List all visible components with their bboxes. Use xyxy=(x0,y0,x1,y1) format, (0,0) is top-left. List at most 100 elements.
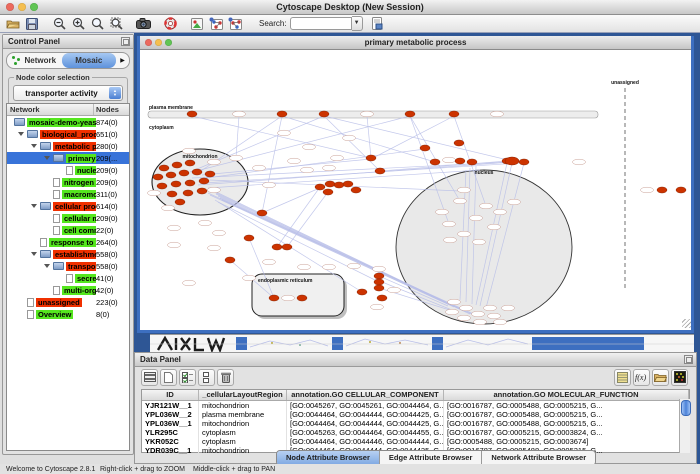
tree-item-multi-organism-pro[interactable]: multi-organism pro42(0) xyxy=(7,284,129,296)
node-label[interactable] xyxy=(298,264,311,270)
tab-edge-attribute-browser[interactable]: Edge Attribute Browser xyxy=(380,451,482,465)
tree-item-secretion[interactable]: secretion41(0) xyxy=(7,272,129,284)
tree-item-biological-process[interactable]: biological_process651(0) xyxy=(7,128,129,140)
search-dropdown-arrow[interactable]: ▼ xyxy=(352,16,363,31)
close-button[interactable] xyxy=(6,3,14,11)
attribute-table[interactable]: ID_cellularLayoutRegionannotation.GO CEL… xyxy=(141,389,690,453)
view-window-titlebar[interactable]: primary metabolic process xyxy=(140,36,691,50)
node[interactable] xyxy=(166,172,176,178)
node-label[interactable] xyxy=(458,187,471,193)
node-label[interactable] xyxy=(183,280,196,286)
scrollbar-thumb[interactable] xyxy=(681,400,691,416)
node-label[interactable] xyxy=(491,111,504,117)
node-label[interactable] xyxy=(458,315,471,321)
node[interactable] xyxy=(244,235,254,241)
node-label[interactable] xyxy=(443,221,456,227)
help-icon[interactable] xyxy=(161,16,179,32)
node-label[interactable] xyxy=(494,319,507,325)
node[interactable] xyxy=(374,285,384,291)
node-label[interactable] xyxy=(148,190,161,196)
node-label[interactable] xyxy=(446,309,459,315)
node-label[interactable] xyxy=(488,313,501,319)
node-label[interactable] xyxy=(213,230,226,236)
node-label[interactable] xyxy=(263,259,276,265)
formula-icon[interactable]: f(x) xyxy=(633,369,650,386)
node[interactable] xyxy=(172,162,182,168)
node[interactable] xyxy=(343,181,353,187)
minimize-button[interactable] xyxy=(18,3,26,11)
float-panel-icon[interactable] xyxy=(684,355,693,364)
node[interactable] xyxy=(205,171,215,177)
node-label[interactable] xyxy=(253,165,266,171)
node[interactable] xyxy=(334,182,344,188)
expand-arrow-icon[interactable] xyxy=(44,264,50,268)
node[interactable] xyxy=(171,181,181,187)
resize-grip[interactable] xyxy=(682,319,691,328)
node[interactable] xyxy=(153,174,163,180)
node-label[interactable] xyxy=(323,264,336,270)
tree-item-transport[interactable]: transport558(0) xyxy=(7,260,129,272)
select-attributes-icon[interactable] xyxy=(179,369,196,386)
node-label[interactable] xyxy=(480,203,493,209)
node[interactable] xyxy=(272,244,282,250)
select-mode-icon[interactable] xyxy=(207,16,225,32)
import-attributes-icon[interactable] xyxy=(652,369,669,386)
node[interactable] xyxy=(187,111,197,117)
node[interactable] xyxy=(420,145,430,151)
tree-item-cellular-process[interactable]: cellular process614(0) xyxy=(7,200,129,212)
view-minimize-button[interactable] xyxy=(155,39,162,46)
node[interactable] xyxy=(277,111,287,117)
node[interactable] xyxy=(225,257,235,263)
tree-item-overview[interactable]: Overview8(0) xyxy=(7,308,129,320)
node-label[interactable] xyxy=(470,215,483,221)
node[interactable] xyxy=(676,187,686,193)
node[interactable] xyxy=(374,279,384,285)
node[interactable] xyxy=(366,155,376,161)
zoom-out-icon[interactable] xyxy=(50,16,68,32)
search-input[interactable] xyxy=(290,17,352,30)
node[interactable] xyxy=(319,111,329,117)
delete-attribute-icon[interactable] xyxy=(217,369,234,386)
node-label[interactable] xyxy=(162,205,175,211)
node-label[interactable] xyxy=(168,225,181,231)
node[interactable] xyxy=(179,170,189,176)
attribute-batch-icon[interactable] xyxy=(614,369,631,386)
node-label[interactable] xyxy=(208,187,221,193)
open-icon[interactable] xyxy=(4,16,22,32)
matrix-icon[interactable] xyxy=(671,369,688,386)
node[interactable] xyxy=(185,160,195,166)
node-label[interactable] xyxy=(263,182,276,188)
node-label[interactable] xyxy=(301,167,314,173)
tree-item-primary-metabo[interactable]: primary metabo209(... xyxy=(7,152,129,164)
node-label[interactable] xyxy=(168,242,181,248)
tab-network-attribute-browser[interactable]: Network Attribute Browser xyxy=(482,451,595,465)
node-label[interactable] xyxy=(199,220,212,226)
node[interactable] xyxy=(157,183,167,189)
node-label[interactable] xyxy=(303,144,316,150)
zoom-in-icon[interactable] xyxy=(69,16,87,32)
node-label[interactable] xyxy=(573,159,586,165)
view-close-button[interactable] xyxy=(145,39,152,46)
tree-item-mosaic-demo-yeast[interactable]: mosaic-demo-yeast874(0) xyxy=(7,116,129,128)
select-mode-alt-icon[interactable] xyxy=(226,16,244,32)
node-label[interactable] xyxy=(343,135,356,141)
node-label[interactable] xyxy=(448,299,461,305)
node[interactable] xyxy=(657,187,667,193)
node[interactable] xyxy=(449,111,459,117)
node-label[interactable] xyxy=(454,198,467,204)
zoom-fit-icon[interactable] xyxy=(88,16,106,32)
network-canvas[interactable]: plasma membranecytoplasmmitochondrionnuc… xyxy=(140,50,691,328)
node-label[interactable] xyxy=(473,239,486,245)
annotation-icon[interactable] xyxy=(188,16,206,32)
node-label[interactable] xyxy=(233,111,246,117)
node[interactable] xyxy=(430,159,440,165)
tree-item-metabolic-process[interactable]: metabolic process280(0) xyxy=(7,140,129,152)
tree-item-nitrogen-compo[interactable]: nitrogen compo209(0) xyxy=(7,176,129,188)
snapshot-icon[interactable] xyxy=(134,16,152,32)
node[interactable] xyxy=(405,111,415,117)
expand-arrow-icon[interactable] xyxy=(31,252,37,256)
node-label[interactable] xyxy=(331,155,344,161)
node-label[interactable] xyxy=(373,266,386,272)
tab-mosaic[interactable]: Mosaic xyxy=(62,53,117,68)
node-label[interactable] xyxy=(278,130,291,136)
